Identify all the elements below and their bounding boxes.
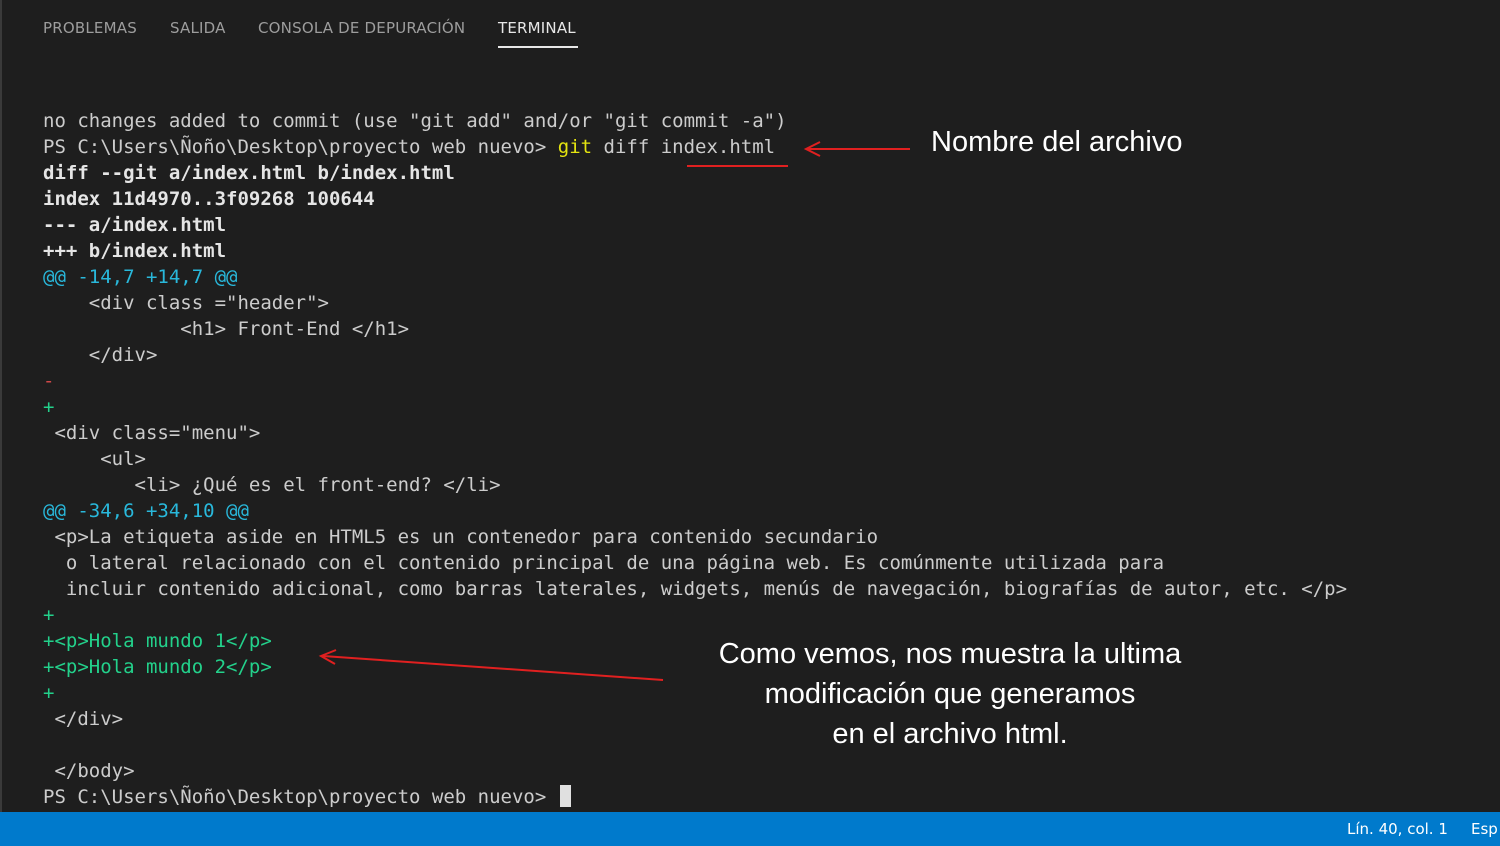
diff-context-line: <div class ="header"> [43, 292, 329, 314]
diff-context-line: </body> [43, 760, 135, 782]
diff-hunk-header: @@ -14,7 +14,7 @@ [43, 266, 238, 288]
modification-note-line: Como vemos, nos muestra la ultima [718, 638, 1182, 670]
terminal-command-line: PS C:\Users\Ñoño\Desktop\proyecto web nu… [43, 134, 1483, 160]
diff-context-line: <h1> Front-End </h1> [43, 318, 410, 340]
diff-hunk-header: @@ -34,6 +34,10 @@ [43, 500, 249, 522]
diff-context-line: <p>La etiqueta aside en HTML5 es un cont… [43, 526, 879, 548]
cursor-position-status[interactable]: Lín. 40, col. 1 [1347, 820, 1448, 838]
language-status[interactable]: Esp [1471, 820, 1498, 838]
status-bar: Lín. 40, col. 1 Esp [0, 812, 1500, 846]
panel-tab-bar: PROBLEMAS SALIDA CONSOLA DE DEPURACIÓN T… [0, 0, 1500, 60]
modification-note: Como vemos, nos muestra la ultima modifi… [690, 634, 1210, 754]
terminal-cursor [559, 785, 571, 807]
command-git: git [557, 136, 593, 158]
diff-index-line: index 11d4970..3f09268 100644 [43, 188, 375, 210]
diff-context-line: incluir contenido adicional, como barras… [43, 578, 1348, 600]
diff-context-line: <div class="menu"> [43, 422, 261, 444]
diff-added-line: + [43, 604, 55, 626]
tab-terminal[interactable]: TERMINAL [498, 19, 576, 37]
modification-note-line: modificación que generamos [764, 678, 1136, 710]
diff-removed-line: - [43, 370, 55, 392]
filename-note: Nombre del archivo [931, 126, 1183, 158]
tab-salida[interactable]: SALIDA [170, 19, 226, 37]
tab-consola-depuracion[interactable]: CONSOLA DE DEPURACIÓN [258, 19, 465, 37]
modification-note-line: en el archivo html. [832, 718, 1068, 750]
diff-plus-file-line: +++ b/index.html [43, 240, 227, 262]
diff-context-line: o lateral relacionado con el contenido p… [43, 552, 1165, 574]
prompt: PS C:\Users\Ñoño\Desktop\proyecto web nu… [43, 786, 558, 808]
diff-context-line: <ul> [43, 448, 146, 470]
diff-context-line: <li> ¿Qué es el front-end? </li> [43, 474, 501, 496]
tab-problemas[interactable]: PROBLEMAS [43, 19, 137, 37]
diff-header-line: diff --git a/index.html b/index.html [43, 162, 455, 184]
terminal-line: no changes added to commit (use "git add… [43, 110, 787, 132]
panel-left-border [0, 0, 2, 812]
diff-added-line: + [43, 396, 55, 418]
prompt: PS C:\Users\Ñoño\Desktop\proyecto web nu… [43, 136, 558, 158]
terminal-final-prompt-line: PS C:\Users\Ñoño\Desktop\proyecto web nu… [43, 784, 1483, 810]
active-tab-indicator [498, 46, 578, 48]
command-args: diff index.html [592, 136, 776, 158]
diff-minus-file-line: --- a/index.html [43, 214, 227, 236]
vscode-panel: PROBLEMAS SALIDA CONSOLA DE DEPURACIÓN T… [0, 0, 1500, 846]
diff-context-line: </div> [43, 344, 158, 366]
